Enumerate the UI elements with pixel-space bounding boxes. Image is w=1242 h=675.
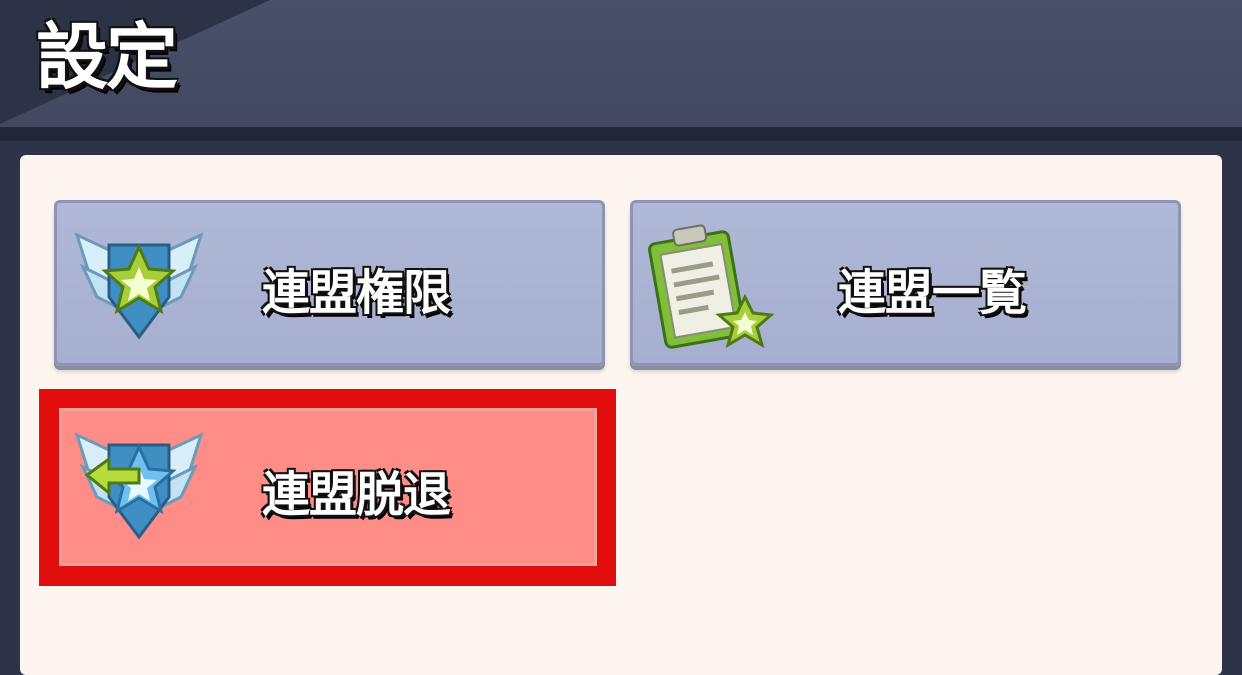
alliance-permissions-label: 連盟権限 bbox=[262, 265, 451, 321]
header-divider bbox=[0, 127, 1242, 141]
clipboard-star-icon bbox=[645, 217, 785, 357]
leave-alliance-label: 連盟脱退 bbox=[262, 467, 451, 523]
winged-star-shield-icon bbox=[69, 217, 209, 347]
alliance-list-button[interactable]: 連盟一覧 bbox=[630, 200, 1181, 366]
winged-star-leave-icon bbox=[69, 417, 209, 547]
alliance-permissions-button[interactable]: 連盟権限 bbox=[54, 200, 605, 366]
alliance-list-label: 連盟一覧 bbox=[838, 265, 1027, 321]
page-title: 設定 bbox=[36, 15, 178, 99]
header-bar: 設定 bbox=[0, 0, 1242, 130]
leave-alliance-button[interactable]: 連盟脱退 bbox=[59, 408, 597, 566]
